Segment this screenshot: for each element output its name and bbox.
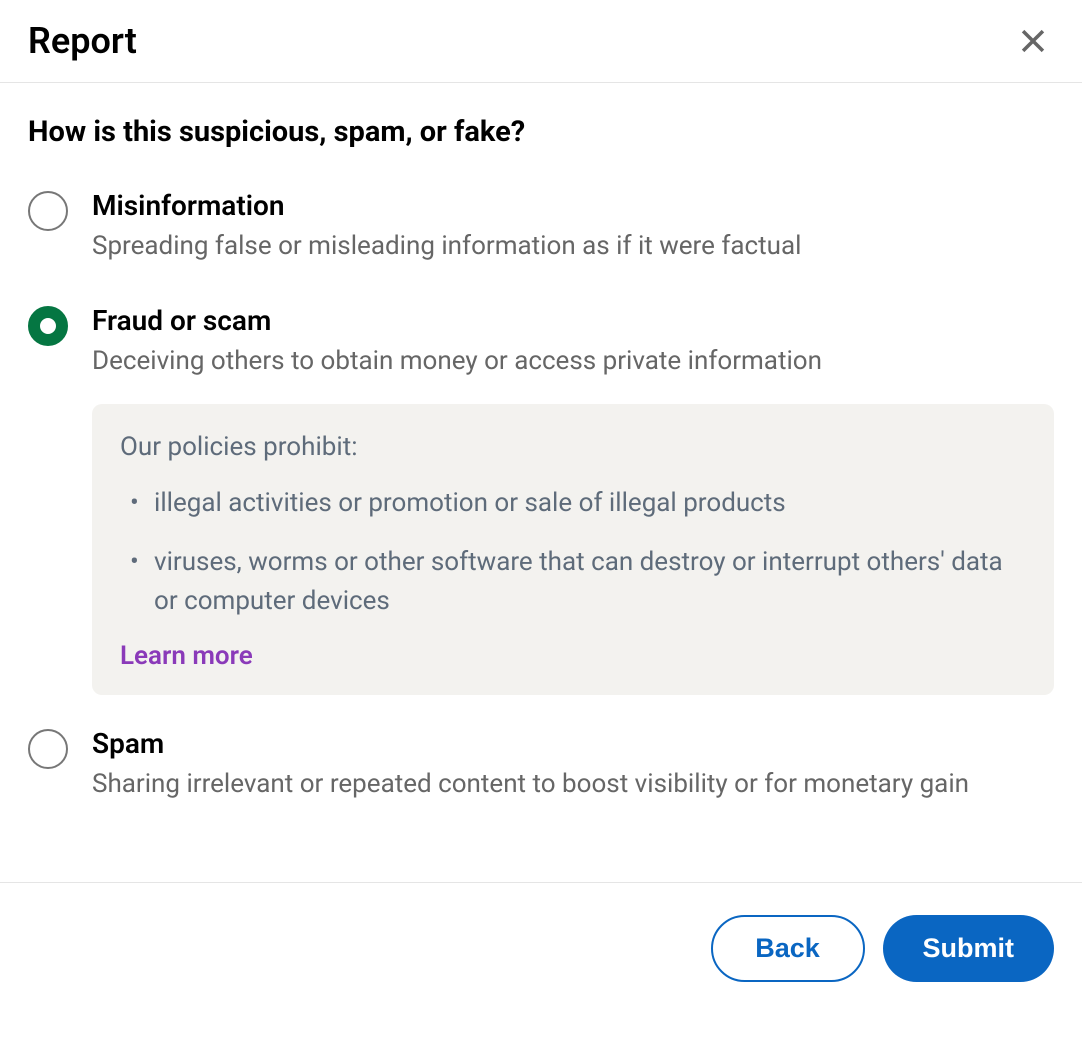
policy-item: viruses, worms or other software that ca… bbox=[120, 543, 1026, 621]
option-description: Spreading false or misleading informatio… bbox=[92, 228, 1054, 264]
option-fraud-scam[interactable]: Fraud or scam Deceiving others to obtain… bbox=[28, 304, 1054, 379]
option-content: Spam Sharing irrelevant or repeated cont… bbox=[92, 727, 1054, 802]
close-button[interactable] bbox=[1012, 20, 1054, 62]
option-spam[interactable]: Spam Sharing irrelevant or repeated cont… bbox=[28, 727, 1054, 802]
option-title: Fraud or scam bbox=[92, 304, 1054, 337]
option-description: Deceiving others to obtain money or acce… bbox=[92, 343, 1054, 379]
policy-box: Our policies prohibit: illegal activitie… bbox=[92, 404, 1054, 695]
policy-heading: Our policies prohibit: bbox=[120, 432, 1026, 462]
option-misinformation[interactable]: Misinformation Spreading false or mislea… bbox=[28, 189, 1054, 264]
report-question: How is this suspicious, spam, or fake? bbox=[28, 115, 1054, 149]
radio-fraud-scam[interactable] bbox=[28, 306, 68, 346]
option-content: Misinformation Spreading false or mislea… bbox=[92, 189, 1054, 264]
radio-spam[interactable] bbox=[28, 729, 68, 769]
submit-button[interactable]: Submit bbox=[883, 915, 1055, 982]
policy-list: illegal activities or promotion or sale … bbox=[120, 484, 1026, 621]
option-title: Misinformation bbox=[92, 189, 1054, 222]
option-description: Sharing irrelevant or repeated content t… bbox=[92, 766, 1054, 802]
back-button[interactable]: Back bbox=[711, 915, 865, 982]
option-title: Spam bbox=[92, 727, 1054, 760]
modal-footer: Back Submit bbox=[0, 882, 1082, 996]
modal-body: How is this suspicious, spam, or fake? M… bbox=[0, 83, 1082, 882]
learn-more-link[interactable]: Learn more bbox=[120, 641, 253, 671]
modal-header: Report bbox=[0, 0, 1082, 83]
modal-title: Report bbox=[28, 20, 137, 62]
policy-item: illegal activities or promotion or sale … bbox=[120, 484, 1026, 523]
close-icon bbox=[1016, 24, 1050, 58]
radio-misinformation[interactable] bbox=[28, 191, 68, 231]
option-content: Fraud or scam Deceiving others to obtain… bbox=[92, 304, 1054, 379]
